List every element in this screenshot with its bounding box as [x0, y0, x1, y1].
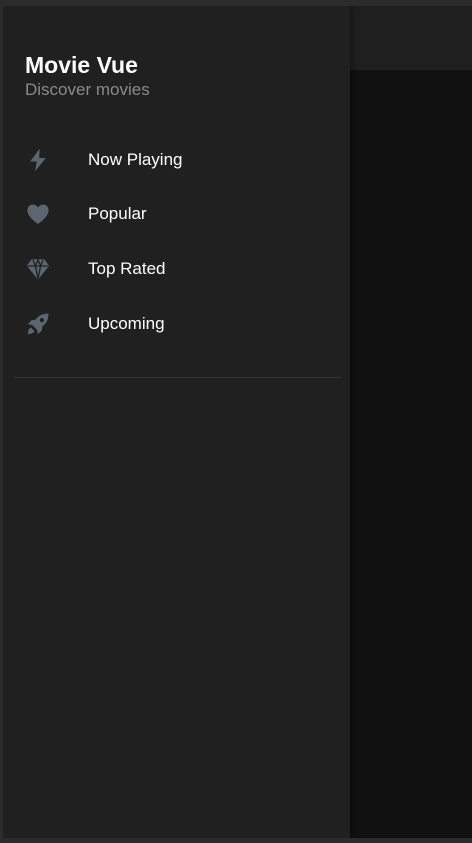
rocket-icon [25, 311, 51, 337]
bolt-icon [25, 147, 51, 173]
diamond-icon [25, 256, 51, 282]
drawer-divider [14, 377, 341, 378]
app-title: Movie Vue [25, 52, 138, 78]
nav-item-popular[interactable]: Popular [3, 190, 350, 238]
nav-item-label: Now Playing [88, 150, 183, 169]
drawer-header: Movie Vue Discover movies [25, 53, 150, 100]
nav-item-label: Popular [88, 204, 147, 223]
nav-item-upcoming[interactable]: Upcoming [3, 300, 350, 348]
nav-item-label: Top Rated [88, 259, 166, 278]
app-subtitle: Discover movies [25, 80, 150, 99]
app-frame: Movie Vue Discover movies Now Playing Po… [3, 6, 472, 838]
heart-icon [25, 201, 51, 227]
nav-item-now-playing[interactable]: Now Playing [3, 136, 350, 184]
navigation-drawer: Movie Vue Discover movies Now Playing Po… [3, 6, 350, 838]
nav-item-top-rated[interactable]: Top Rated [3, 245, 350, 293]
nav-item-label: Upcoming [88, 314, 165, 333]
